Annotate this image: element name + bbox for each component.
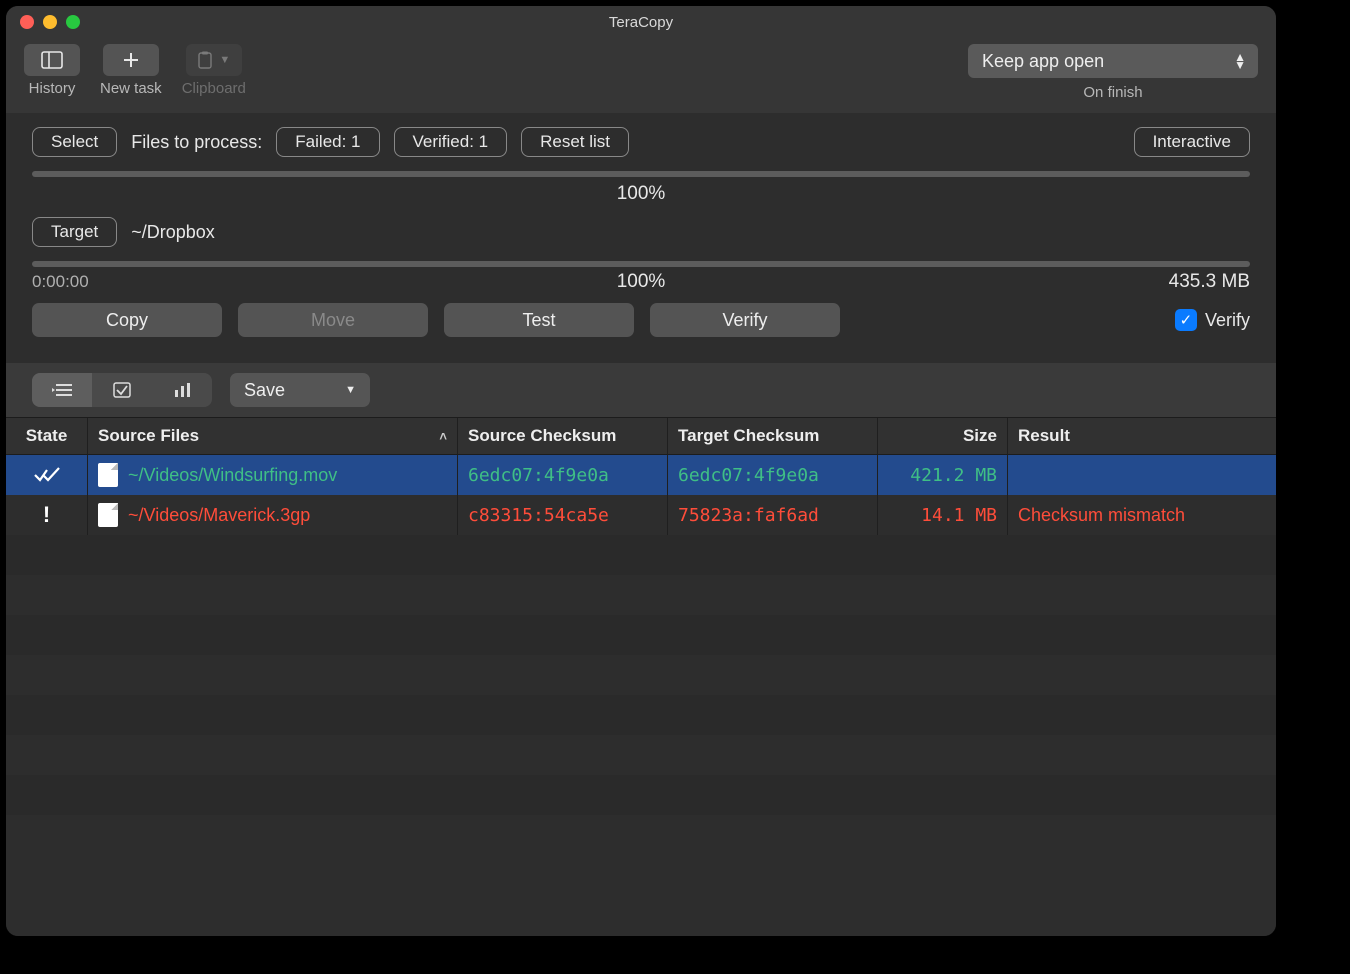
window-title: TeraCopy bbox=[6, 14, 1276, 31]
sort-asc-icon: ˄ bbox=[439, 429, 447, 444]
col-result[interactable]: Result bbox=[1008, 418, 1276, 454]
toolbar: History New task ▼ Clipboard Keep app op… bbox=[6, 38, 1276, 113]
file-icon bbox=[98, 463, 118, 487]
verify-check-label: Verify bbox=[1205, 310, 1250, 331]
col-state[interactable]: State bbox=[6, 418, 88, 454]
app-window: TeraCopy History New task ▼ Clipboard Ke… bbox=[6, 6, 1276, 936]
target-checksum: 6edc07:4f9e0a bbox=[668, 455, 878, 495]
table-row bbox=[6, 695, 1276, 735]
updown-icon: ▲▼ bbox=[1234, 53, 1246, 69]
list-view-button[interactable] bbox=[32, 373, 92, 407]
copy-button[interactable]: Copy bbox=[32, 303, 222, 337]
on-finish-label: On finish bbox=[1083, 84, 1142, 101]
table-row bbox=[6, 735, 1276, 775]
on-finish-value: Keep app open bbox=[982, 51, 1104, 72]
file-icon bbox=[98, 503, 118, 527]
chevron-down-icon: ▼ bbox=[345, 384, 356, 396]
source-checksum: 6edc07:4f9e0a bbox=[458, 455, 668, 495]
target-checksum: 75823a:faf6ad bbox=[668, 495, 878, 535]
chevron-down-icon: ▼ bbox=[219, 54, 230, 66]
failed-button[interactable]: Failed: 1 bbox=[276, 127, 379, 157]
history-label: History bbox=[29, 80, 76, 97]
move-button[interactable]: Move bbox=[238, 303, 428, 337]
target-percent: 100% bbox=[438, 271, 844, 293]
source-progress bbox=[32, 171, 1250, 177]
table-row[interactable]: ~/Videos/Windsurfing.mov 6edc07:4f9e0a 6… bbox=[6, 455, 1276, 495]
new-task-label: New task bbox=[100, 80, 162, 97]
source-percent: 100% bbox=[32, 183, 1250, 205]
clipboard-label: Clipboard bbox=[182, 80, 246, 97]
checklist-view-button[interactable] bbox=[92, 373, 152, 407]
save-label: Save bbox=[244, 380, 285, 401]
file-path: ~/Videos/Windsurfing.mov bbox=[128, 465, 337, 486]
elapsed-time: 0:00:00 bbox=[32, 272, 438, 292]
target-section: Target ~/Dropbox 0:00:00 100% 435.3 MB C… bbox=[6, 213, 1276, 345]
state-error-icon: ! bbox=[6, 495, 88, 535]
view-bar: Save ▼ bbox=[6, 363, 1276, 417]
file-path: ~/Videos/Maverick.3gp bbox=[128, 505, 310, 526]
result: Checksum mismatch bbox=[1008, 495, 1276, 535]
new-task-button[interactable] bbox=[103, 44, 159, 76]
reset-list-button[interactable]: Reset list bbox=[521, 127, 629, 157]
titlebar: TeraCopy bbox=[6, 6, 1276, 38]
table-row[interactable]: ! ~/Videos/Maverick.3gp c83315:54ca5e 75… bbox=[6, 495, 1276, 535]
verify-checkbox[interactable]: ✓ Verify bbox=[1175, 309, 1250, 331]
total-size: 435.3 MB bbox=[844, 271, 1250, 293]
files-to-process-label: Files to process: bbox=[131, 132, 262, 153]
col-target-checksum[interactable]: Target Checksum bbox=[668, 418, 878, 454]
col-source[interactable]: Source Files ˄ bbox=[88, 418, 458, 454]
save-button[interactable]: Save ▼ bbox=[230, 373, 370, 407]
table-row bbox=[6, 655, 1276, 695]
check-icon: ✓ bbox=[1175, 309, 1197, 331]
target-path: ~/Dropbox bbox=[131, 222, 215, 243]
target-button[interactable]: Target bbox=[32, 217, 117, 247]
clipboard-button: ▼ bbox=[186, 44, 242, 76]
result bbox=[1008, 455, 1276, 495]
select-button[interactable]: Select bbox=[32, 127, 117, 157]
table-row bbox=[6, 535, 1276, 575]
on-finish-select[interactable]: Keep app open ▲▼ bbox=[968, 44, 1258, 78]
test-button[interactable]: Test bbox=[444, 303, 634, 337]
table-row bbox=[6, 615, 1276, 655]
file-size: 14.1 MB bbox=[878, 495, 1008, 535]
file-size: 421.2 MB bbox=[878, 455, 1008, 495]
col-source-checksum[interactable]: Source Checksum bbox=[458, 418, 668, 454]
table-row bbox=[6, 775, 1276, 815]
stats-view-button[interactable] bbox=[152, 373, 212, 407]
file-table: State Source Files ˄ Source Checksum Tar… bbox=[6, 417, 1276, 936]
col-size[interactable]: Size bbox=[878, 418, 1008, 454]
target-progress bbox=[32, 261, 1250, 267]
history-button[interactable] bbox=[24, 44, 80, 76]
table-header: State Source Files ˄ Source Checksum Tar… bbox=[6, 417, 1276, 455]
source-section: Select Files to process: Failed: 1 Verif… bbox=[6, 113, 1276, 213]
verified-button[interactable]: Verified: 1 bbox=[394, 127, 508, 157]
verify-button[interactable]: Verify bbox=[650, 303, 840, 337]
table-row bbox=[6, 575, 1276, 615]
state-ok-icon bbox=[6, 455, 88, 495]
view-segment bbox=[32, 373, 212, 407]
source-checksum: c83315:54ca5e bbox=[458, 495, 668, 535]
interactive-button[interactable]: Interactive bbox=[1134, 127, 1250, 157]
